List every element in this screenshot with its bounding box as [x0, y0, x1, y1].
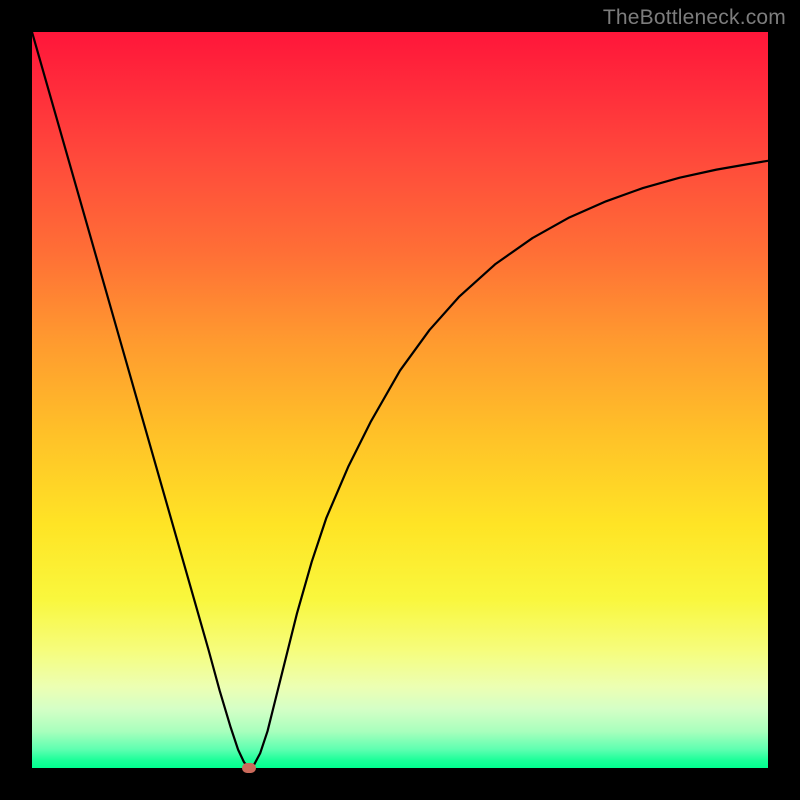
- bottleneck-curve: [32, 32, 768, 768]
- watermark-label: TheBottleneck.com: [603, 6, 786, 30]
- plot-area: [32, 32, 768, 768]
- optimal-marker: [242, 763, 256, 773]
- chart-frame: TheBottleneck.com: [0, 0, 800, 800]
